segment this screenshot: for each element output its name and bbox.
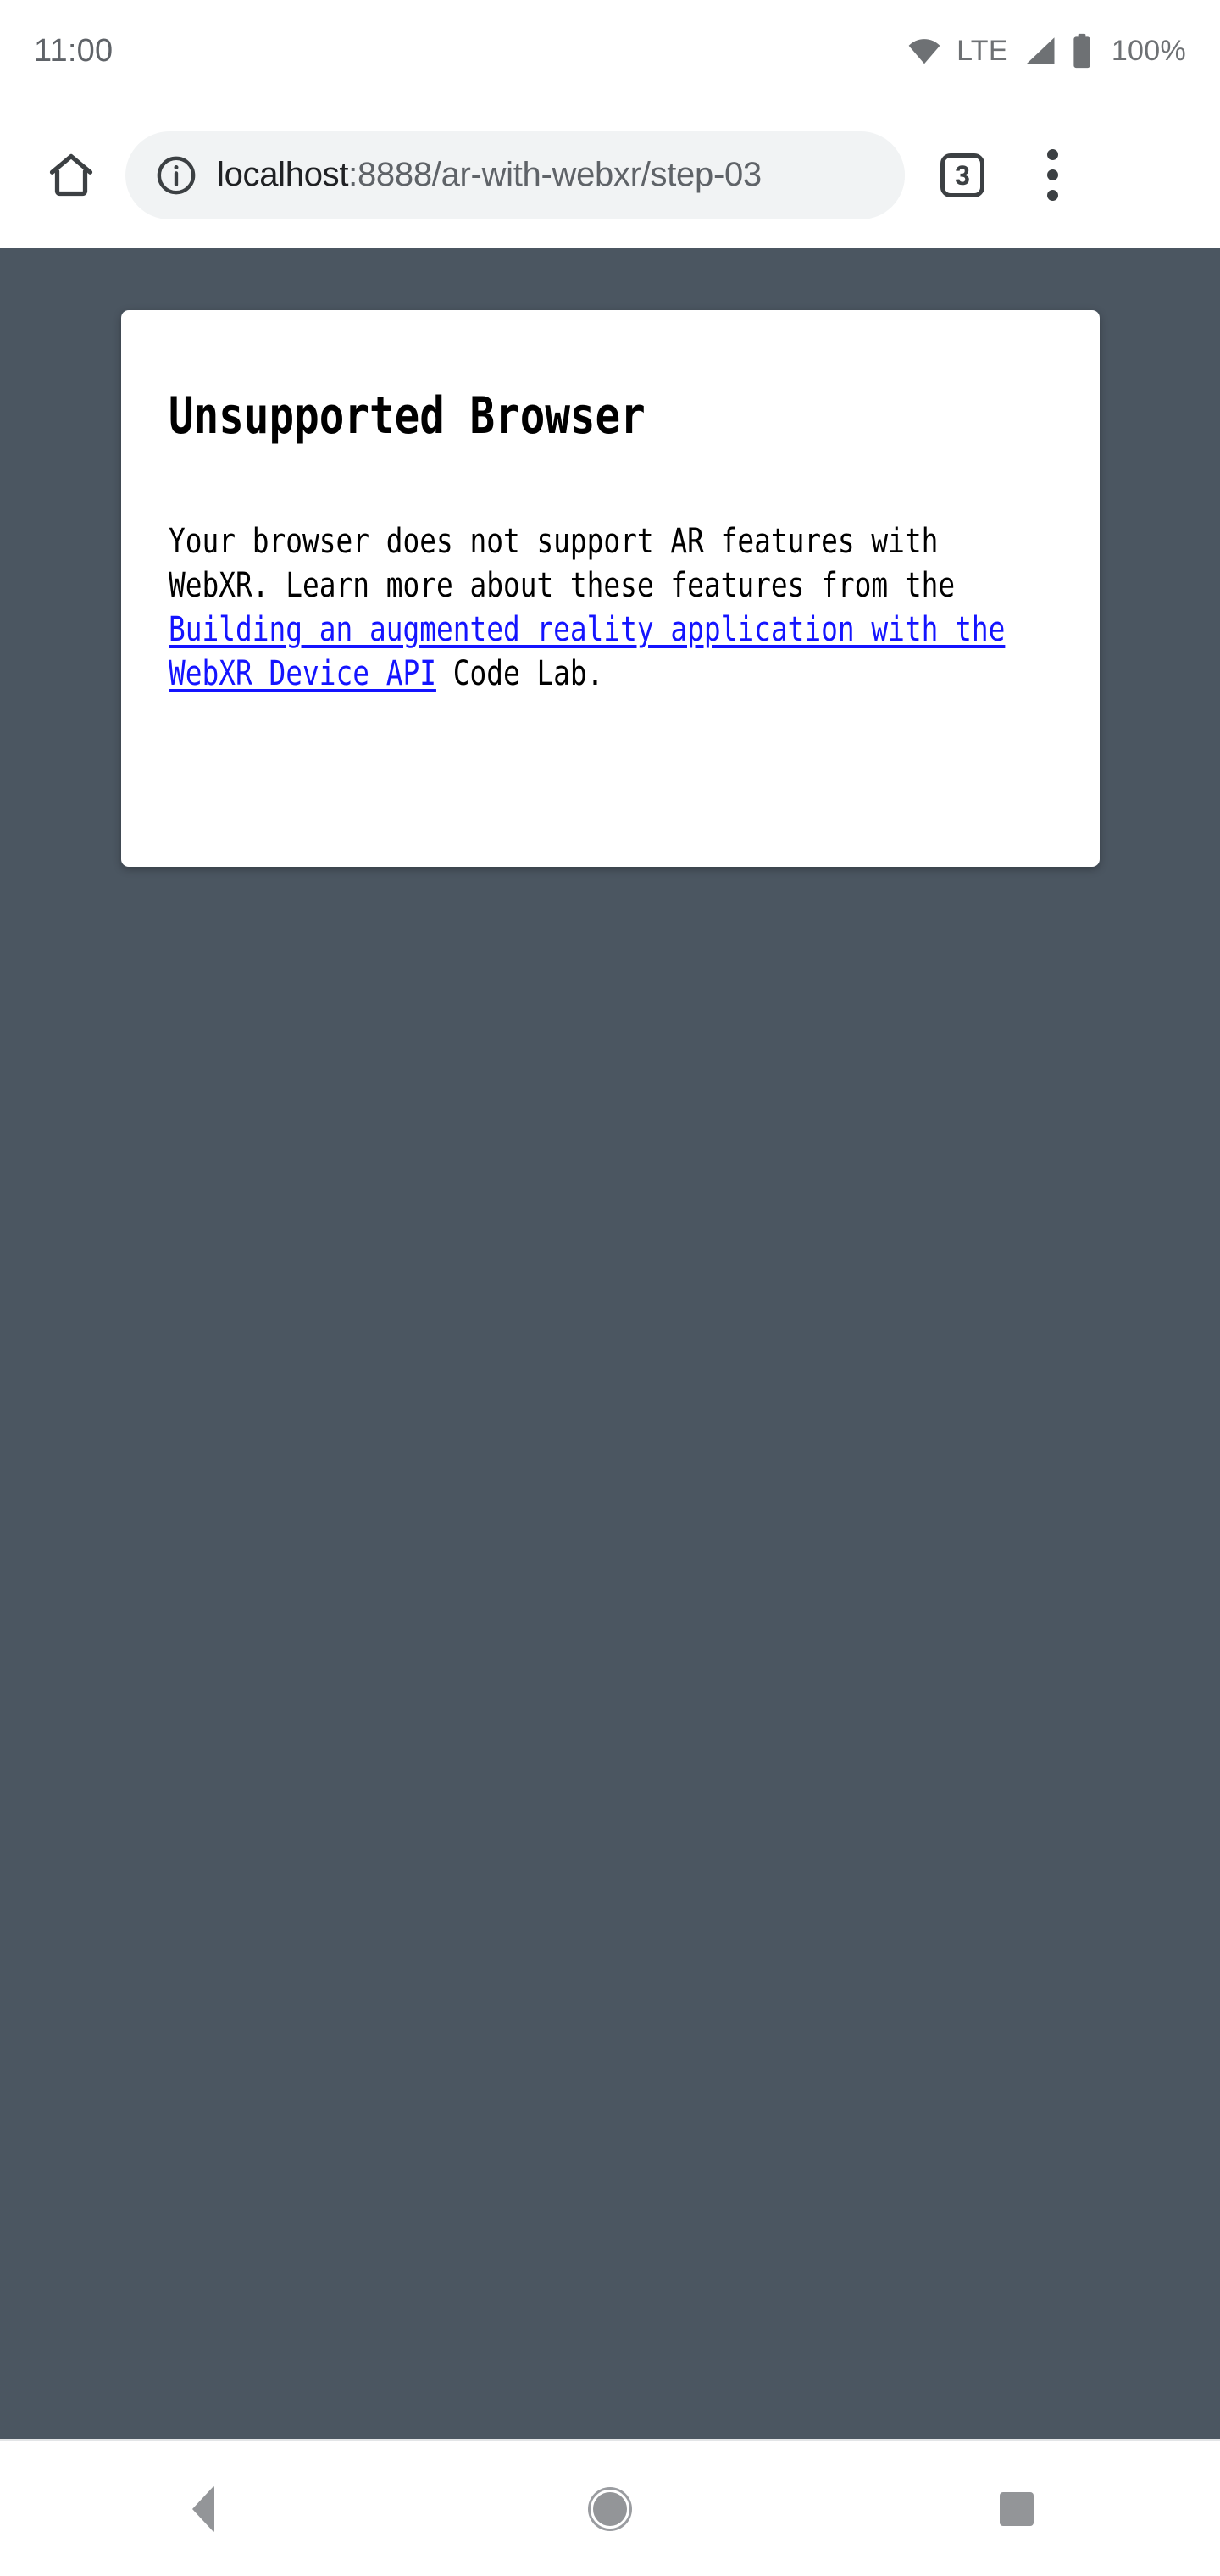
battery-percent-label: 100% bbox=[1111, 34, 1186, 67]
url-fade-overlay bbox=[846, 130, 905, 219]
page-title: Unsupported Browser bbox=[169, 386, 646, 446]
overflow-menu-icon-dot2 bbox=[1046, 169, 1058, 180]
tab-count-icon: 3 bbox=[940, 153, 984, 197]
tab-switcher-button[interactable]: 3 bbox=[920, 135, 1005, 216]
recents-button[interactable] bbox=[940, 2441, 1093, 2576]
overflow-menu-icon-dot3 bbox=[1046, 190, 1058, 201]
status-bar: 11:00 LTE 100% bbox=[0, 0, 1220, 102]
home-button[interactable] bbox=[30, 135, 112, 216]
home-icon bbox=[46, 150, 97, 201]
battery-icon bbox=[1071, 33, 1093, 69]
back-triangle-icon bbox=[192, 2484, 214, 2533]
overflow-menu-button[interactable] bbox=[1012, 135, 1093, 216]
tab-count-label: 3 bbox=[955, 159, 970, 191]
page-description: Your browser does not support AR feature… bbox=[169, 448, 1052, 696]
overflow-menu-icon bbox=[1046, 149, 1058, 160]
browser-toolbar: localhost:8888/ar-with-webxr/step-03 3 bbox=[0, 102, 1220, 248]
recents-square-icon bbox=[1000, 2491, 1034, 2526]
page-info-icon[interactable] bbox=[154, 153, 198, 197]
description-text-after-link: Code Lab. bbox=[435, 654, 604, 693]
back-button[interactable] bbox=[127, 2441, 280, 2576]
status-clock: 11:00 bbox=[34, 32, 114, 69]
unsupported-browser-card: Unsupported Browser Your browser does no… bbox=[121, 310, 1100, 867]
web-page-content: Unsupported Browser Your browser does no… bbox=[0, 248, 1220, 2439]
home-button-nav[interactable] bbox=[534, 2441, 686, 2576]
network-type-label: LTE bbox=[957, 34, 1008, 67]
android-nav-bar bbox=[0, 2441, 1220, 2576]
url-text: localhost:8888/ar-with-webxr/step-03 bbox=[217, 156, 762, 194]
home-circle-icon bbox=[591, 2489, 629, 2529]
url-path: :8888/ar-with-webxr/step-03 bbox=[348, 156, 762, 193]
cell-signal-icon bbox=[1022, 36, 1057, 66]
url-host: localhost bbox=[217, 156, 349, 193]
wifi-icon bbox=[906, 36, 943, 65]
description-text-before-link: Your browser does not support AR feature… bbox=[169, 522, 956, 605]
status-indicators: LTE 100% bbox=[906, 33, 1186, 69]
url-bar[interactable]: localhost:8888/ar-with-webxr/step-03 bbox=[125, 130, 905, 219]
